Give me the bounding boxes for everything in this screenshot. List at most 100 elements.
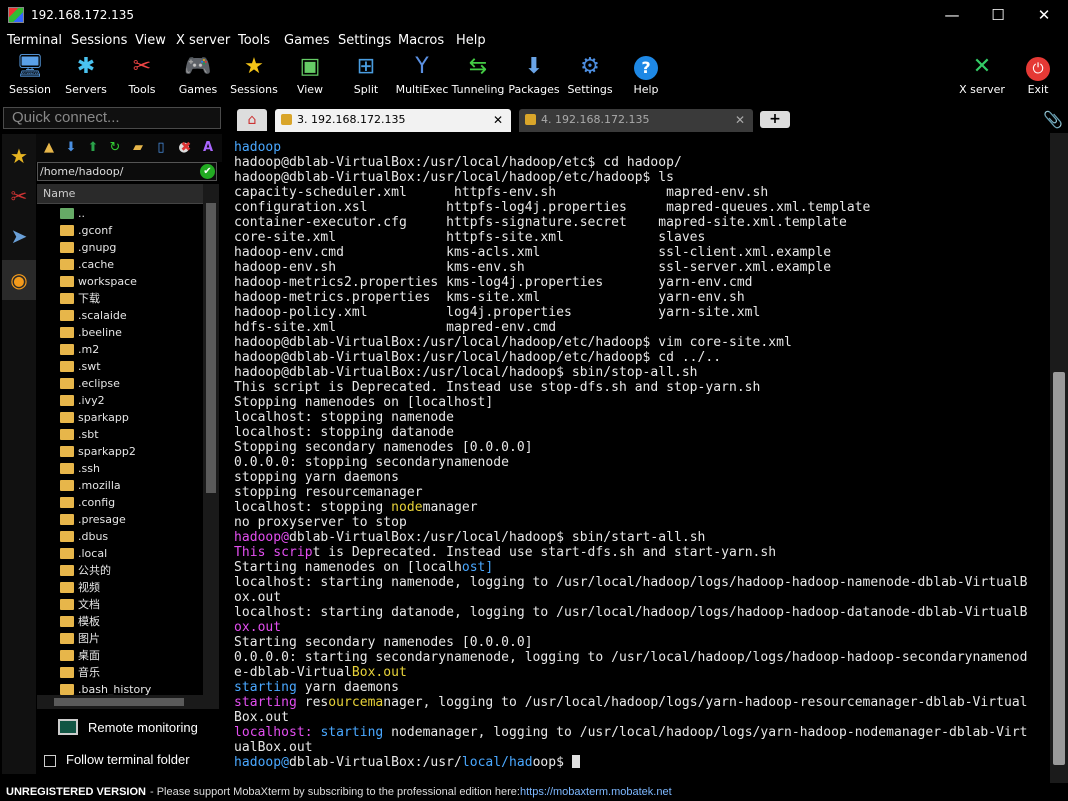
multiexec-button[interactable]: Y MultiExec [394, 53, 450, 99]
checkbox-box[interactable] [44, 755, 56, 767]
file-column-header-name[interactable]: Name [37, 184, 203, 204]
terminal-line: ox.out [234, 590, 282, 605]
sftp-tab-globe-icon[interactable]: ◉ [2, 260, 36, 300]
servers-button[interactable]: ✱ Servers [58, 53, 114, 99]
path-ok-check-icon[interactable]: ✔ [200, 164, 215, 179]
menu-x-server[interactable]: X server [176, 33, 230, 48]
file-row[interactable]: .config [37, 494, 203, 511]
file-name: 音乐 [78, 666, 100, 679]
tools-button[interactable]: ✂ Tools [114, 53, 170, 99]
file-row[interactable]: sparkapp [37, 409, 203, 426]
x-server-button[interactable]: ✕ X server [954, 53, 1010, 99]
file-row[interactable]: .bash_history [37, 681, 203, 695]
maximize-button[interactable]: ☐ [975, 0, 1021, 31]
menu-help[interactable]: Help [456, 33, 486, 48]
file-row[interactable]: .dbus [37, 528, 203, 545]
sessions-button[interactable]: ★ Sessions [226, 53, 282, 99]
tab-label: 4. 192.168.172.135 [541, 113, 650, 126]
new-file-icon[interactable]: ▯ [153, 140, 169, 156]
file-row[interactable]: .ssh [37, 460, 203, 477]
file-row[interactable]: .beeline [37, 324, 203, 341]
file-row[interactable]: 下载 [37, 290, 203, 307]
session-button[interactable]: 🖥 Session [2, 53, 58, 99]
file-row[interactable]: 公共的 [37, 562, 203, 579]
terminal-line: hadoop@dblab-VirtualBox:/usr/local/hadoo… [234, 530, 706, 545]
paperclip-icon[interactable]: 📎 [1043, 110, 1063, 129]
new-folder-icon[interactable]: ▰ [130, 140, 146, 156]
folder-icon [60, 225, 74, 236]
parent-folder-icon[interactable]: ▲ [41, 140, 57, 156]
upload-icon[interactable]: ⬆ [85, 140, 101, 156]
file-row[interactable]: .. [37, 205, 203, 222]
menu-tools[interactable]: Tools [238, 33, 270, 48]
menu-sessions[interactable]: Sessions [71, 33, 127, 48]
tab-close-icon[interactable]: ✕ [735, 109, 745, 131]
file-row[interactable]: 图片 [37, 630, 203, 647]
delete-x-icon[interactable]: ✖ [178, 140, 194, 156]
home-tab-house-icon[interactable]: ⌂ [237, 109, 267, 131]
minimize-button[interactable]: — [929, 0, 975, 31]
terminal-line: hadoop@dblab-VirtualBox:/usr/local/hadoo… [234, 335, 792, 350]
terminal-output[interactable]: hadoop hadoop@dblab-VirtualBox:/usr/local… [227, 133, 1050, 783]
file-row[interactable]: .gconf [37, 222, 203, 239]
menu-games[interactable]: Games [284, 33, 329, 48]
macros-tab-paper-plane-icon[interactable]: ➤ [2, 216, 36, 256]
file-row[interactable]: 桌面 [37, 647, 203, 664]
help-button[interactable]: ? Help [618, 53, 674, 99]
tab-close-icon[interactable]: ✕ [493, 109, 503, 131]
remote-monitoring-button[interactable]: Remote monitoring [58, 718, 218, 740]
file-row[interactable]: 文档 [37, 596, 203, 613]
folder-icon [60, 361, 74, 372]
file-row[interactable]: .cache [37, 256, 203, 273]
packages-button[interactable]: ⬇ Packages [506, 53, 562, 99]
unregistered-label: UNREGISTERED VERSION [6, 786, 146, 798]
tab-session-4[interactable]: 4. 192.168.172.135 ✕ [519, 109, 753, 132]
menu-view[interactable]: View [135, 33, 166, 48]
sftp-path-input[interactable]: /home/hadoop/ [37, 162, 217, 181]
file-row[interactable]: 模板 [37, 613, 203, 630]
menu-settings[interactable]: Settings [338, 33, 391, 48]
file-list-scrollbar-thumb[interactable] [206, 203, 216, 493]
tools-tab-icon[interactable]: ✂ [2, 176, 36, 216]
new-tab-button[interactable]: + [760, 111, 790, 128]
file-row[interactable]: sparkapp2 [37, 443, 203, 460]
file-row[interactable]: 视频 [37, 579, 203, 596]
folder-icon [60, 616, 74, 627]
file-row[interactable]: .gnupg [37, 239, 203, 256]
file-row[interactable]: .ivy2 [37, 392, 203, 409]
follow-terminal-folder-checkbox[interactable]: Follow terminal folder [44, 752, 219, 772]
games-button[interactable]: 🎮 Games [170, 53, 226, 99]
view-button[interactable]: ▣ View [282, 53, 338, 99]
close-window-button[interactable]: ✕ [1021, 0, 1067, 31]
quick-connect-input[interactable]: Quick connect... [3, 107, 221, 129]
rename-icon[interactable]: A [200, 140, 216, 156]
file-row[interactable]: .presage [37, 511, 203, 528]
terminal-text: hadoop hadoop@dblab-VirtualBox:/usr/local… [234, 140, 1028, 770]
file-row[interactable]: .local [37, 545, 203, 562]
file-row[interactable]: workspace [37, 273, 203, 290]
sessions-tab-star-icon[interactable]: ★ [2, 136, 36, 176]
file-row[interactable]: .mozilla [37, 477, 203, 494]
file-list-hscrollbar-thumb[interactable] [54, 698, 184, 706]
help-icon: ? [618, 53, 674, 81]
tab-session-3[interactable]: 3. 192.168.172.135 ✕ [275, 109, 511, 132]
file-row[interactable]: .eclipse [37, 375, 203, 392]
split-button[interactable]: ⊞ Split [338, 53, 394, 99]
mobatek-link[interactable]: https://mobaxterm.mobatek.net [520, 783, 672, 801]
file-row[interactable]: 音乐 [37, 664, 203, 681]
settings-button[interactable]: ⚙ Settings [562, 53, 618, 99]
tunneling-button[interactable]: ⇆ Tunneling [450, 53, 506, 99]
download-icon[interactable]: ⬇ [63, 140, 79, 156]
file-row[interactable]: .swt [37, 358, 203, 375]
terminal-line: This script is Deprecated. Instead use s… [234, 545, 777, 560]
file-row[interactable]: .m2 [37, 341, 203, 358]
menu-macros[interactable]: Macros [398, 33, 444, 48]
file-row[interactable]: .scalaide [37, 307, 203, 324]
exit-button[interactable]: ⏻ Exit [1010, 53, 1066, 99]
terminal-line: hadoop@dblab-VirtualBox:/usr/local/hadoo… [234, 365, 698, 380]
menu-terminal[interactable]: Terminal [7, 33, 62, 48]
file-row[interactable]: .sbt [37, 426, 203, 443]
terminal-line: configuration.xsl httpfs-log4j.propertie… [234, 200, 871, 215]
refresh-icon[interactable]: ↻ [107, 140, 123, 156]
terminal-scrollbar-thumb[interactable] [1053, 372, 1065, 765]
